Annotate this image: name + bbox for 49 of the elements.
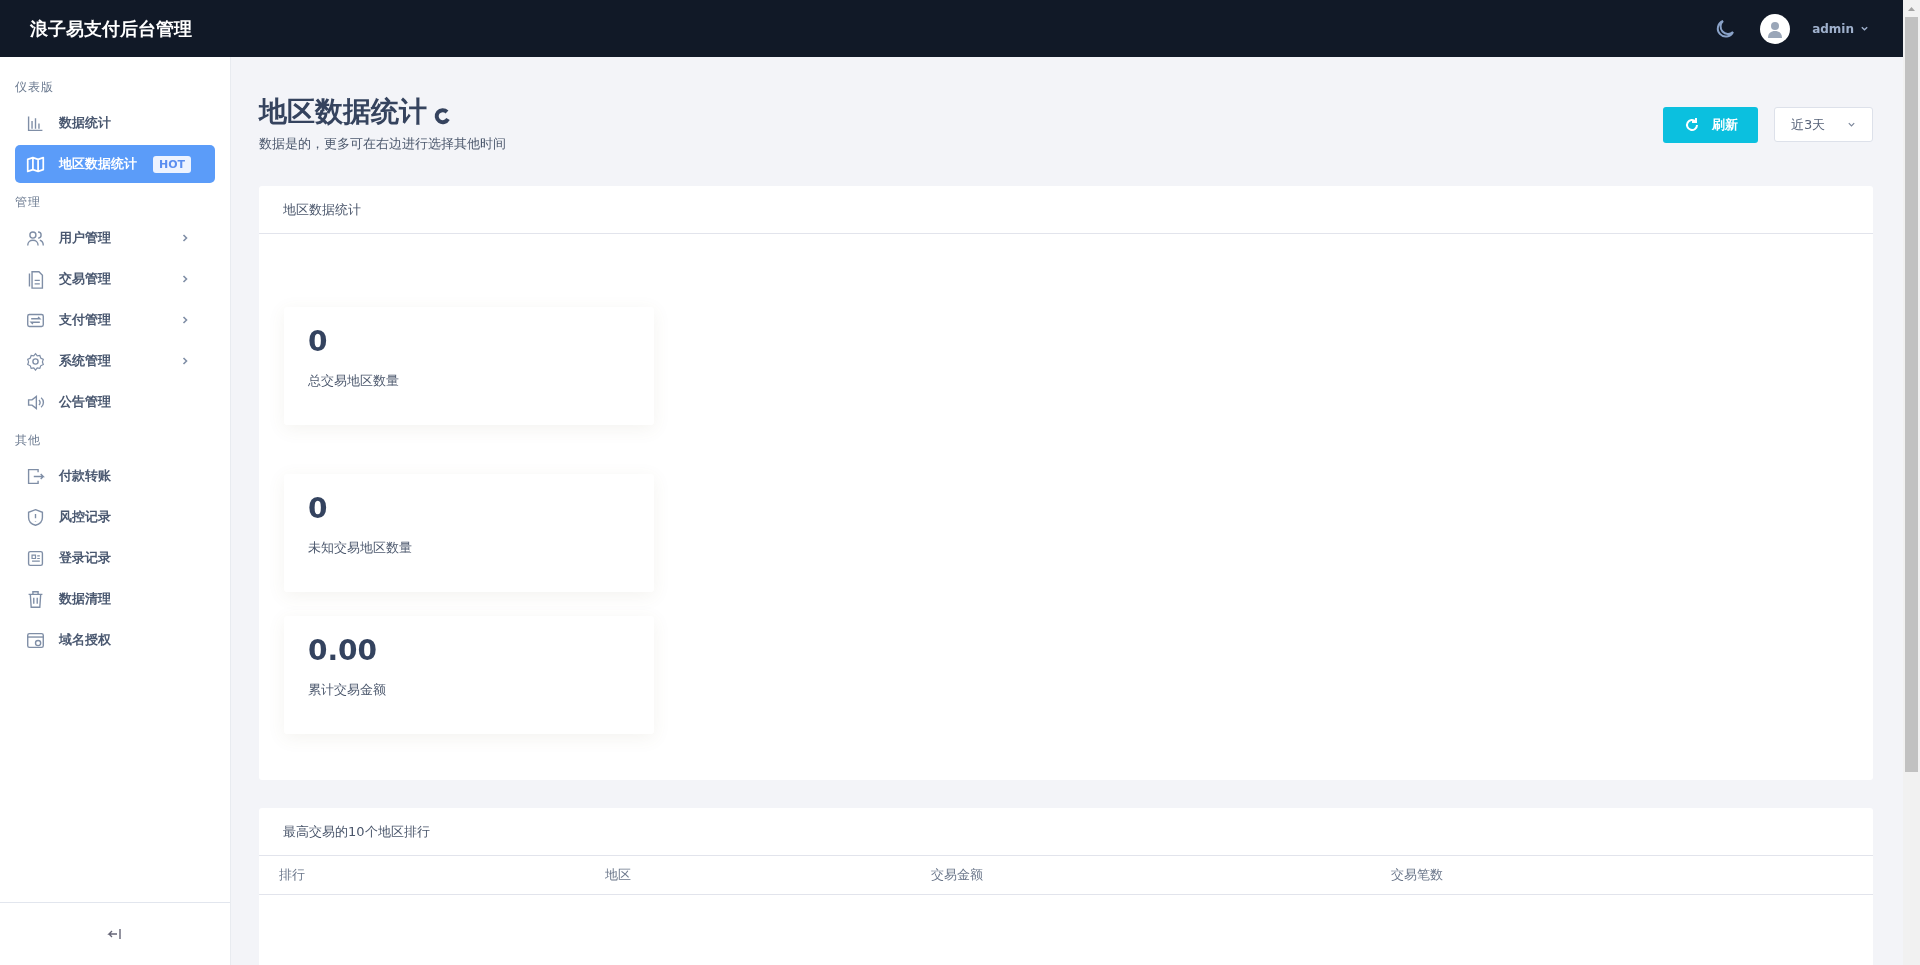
caret-down-icon bbox=[1860, 24, 1869, 33]
sidebar-item[interactable]: 用户管理 bbox=[15, 219, 215, 257]
sidebar-section-title: 仪表版 bbox=[15, 79, 55, 96]
sidebar-item[interactable]: 公告管理 bbox=[15, 383, 215, 421]
stat-value: 0 bbox=[308, 492, 329, 525]
sidebar-item[interactable]: 数据清理 bbox=[15, 580, 215, 618]
users-icon bbox=[26, 228, 45, 248]
sidebar-section-title: 管理 bbox=[15, 194, 42, 211]
caret-down-icon bbox=[1847, 120, 1856, 129]
sidebar-item[interactable]: 风控记录 bbox=[15, 498, 215, 536]
sidebar-item[interactable]: 系统管理 bbox=[15, 342, 215, 380]
hot-badge: HOT bbox=[153, 155, 192, 173]
moon-icon[interactable] bbox=[1714, 17, 1737, 40]
stat-value: 0.00 bbox=[308, 634, 379, 667]
sidebar-item[interactable]: 付款转账 bbox=[15, 457, 215, 495]
user-menu[interactable]: admin bbox=[1806, 20, 1875, 37]
sidebar-item[interactable]: 交易管理 bbox=[15, 260, 215, 298]
page-subtitle: 数据是的，更多可在右边进行选择其他时间 bbox=[259, 134, 506, 153]
trash-icon bbox=[26, 589, 45, 609]
column-header: 地区 bbox=[605, 866, 632, 884]
sidebar-section-title: 其他 bbox=[15, 432, 42, 449]
stat-value: 0 bbox=[308, 325, 329, 358]
time-range-select[interactable]: 近3天 bbox=[1774, 107, 1873, 142]
user-avatar[interactable] bbox=[1760, 13, 1791, 44]
document-icon bbox=[26, 269, 45, 289]
browser-icon bbox=[26, 630, 45, 650]
stat-label: 总交易地区数量 bbox=[308, 372, 400, 390]
app-title: 浪子易支付后台管理 bbox=[30, 16, 192, 41]
exit-icon bbox=[26, 466, 45, 486]
sidebar-item[interactable]: 登录记录 bbox=[15, 539, 215, 577]
list-icon bbox=[26, 548, 45, 568]
refresh-icon bbox=[1683, 117, 1700, 133]
collapse-sidebar-icon[interactable] bbox=[107, 927, 123, 941]
sidebar-item[interactable]: 数据统计 bbox=[15, 104, 215, 142]
sidebar-item[interactable]: 支付管理 bbox=[15, 301, 215, 339]
loading-spinner-icon bbox=[433, 106, 451, 125]
column-header: 交易笔数 bbox=[1391, 866, 1444, 884]
stat-label: 累计交易金额 bbox=[308, 681, 387, 699]
column-header: 交易金额 bbox=[931, 866, 984, 884]
page-title: 地区数据统计 bbox=[259, 95, 427, 129]
shield-icon bbox=[26, 507, 45, 527]
stat-label: 未知交易地区数量 bbox=[308, 539, 413, 557]
panel-title: 地区数据统计 bbox=[259, 186, 1873, 234]
column-header: 排行 bbox=[279, 866, 306, 884]
speaker-icon bbox=[26, 392, 45, 412]
table-title: 最高交易的10个地区排行 bbox=[259, 808, 1873, 856]
sidebar-item[interactable]: 域名授权 bbox=[15, 621, 215, 659]
map-icon bbox=[26, 154, 45, 174]
settings-icon bbox=[26, 351, 45, 371]
